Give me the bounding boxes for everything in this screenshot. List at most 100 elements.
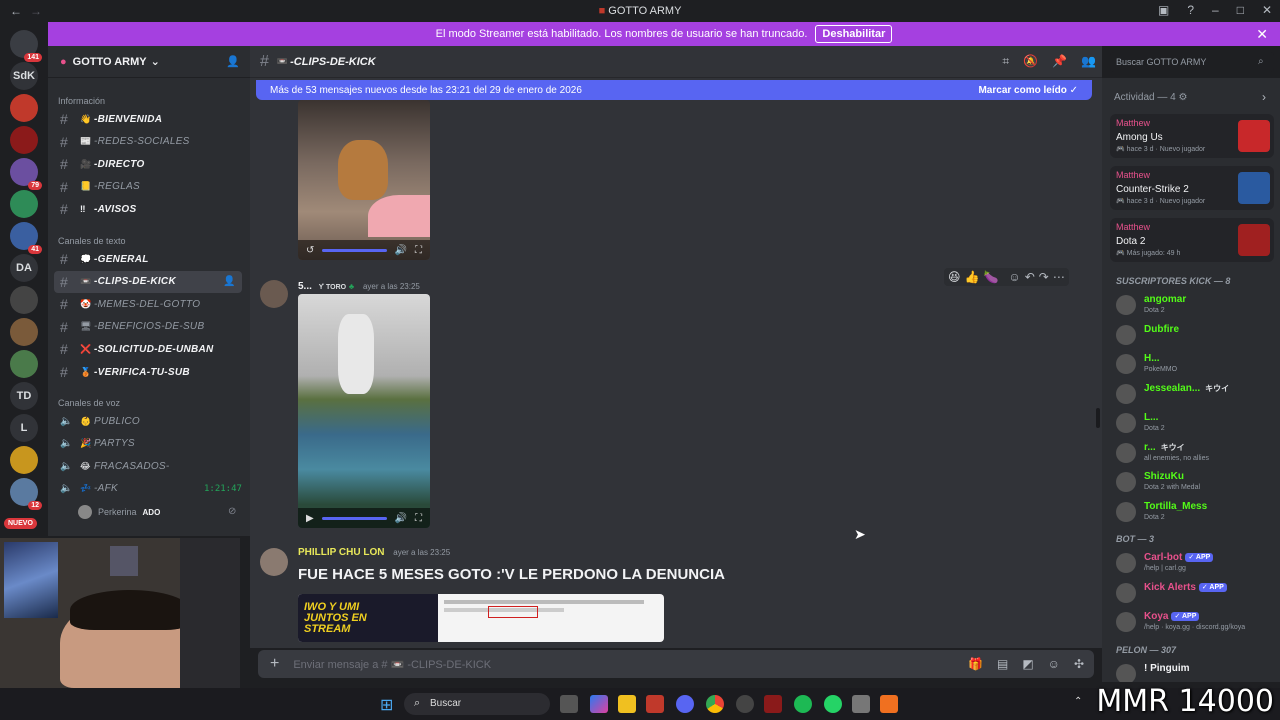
- member-item[interactable]: ShizuKu Dota 2 with Medal: [1112, 469, 1274, 497]
- voice-channel-publico[interactable]: 🔈 👶 PUBLICO: [54, 410, 242, 432]
- volume-icon[interactable]: 🔊: [395, 513, 407, 524]
- server-icon[interactable]: [10, 190, 38, 218]
- chevron-right-icon[interactable]: ›: [1262, 90, 1266, 104]
- activity-card[interactable]: Matthew Dota 2 🎮 Más jugado: 49 h: [1110, 218, 1274, 262]
- reaction-1[interactable]: 👍: [965, 270, 980, 284]
- server-icon[interactable]: DA: [10, 254, 38, 282]
- whatsapp-icon[interactable]: [824, 695, 842, 713]
- server-icon[interactable]: [10, 446, 38, 474]
- member-item[interactable]: Koya ✓ APP/help · koya.gg · discord.gg/ko…: [1112, 609, 1274, 637]
- link-embed-image[interactable]: IWO Y UMI JUNTOS EN STREAM: [298, 594, 664, 642]
- play-icon[interactable]: ▶: [306, 513, 314, 524]
- disable-streamer-button[interactable]: Deshabilitar: [815, 25, 893, 43]
- server-icon[interactable]: [10, 286, 38, 314]
- channel-avisos[interactable]: # ‼ -AVISOS: [54, 198, 242, 220]
- channel-reglas[interactable]: # 📒 -REGLAS: [54, 176, 242, 198]
- member-item[interactable]: Jessealan... キウイ: [1112, 381, 1274, 409]
- copilot-icon[interactable]: [590, 695, 608, 713]
- channel-memes-del-gotto[interactable]: # 🤡 -MEMES-DEL-GOTTO: [54, 293, 242, 315]
- voice-channel-fracasados-[interactable]: 🔈 😂 FRACASADOS-: [54, 455, 242, 477]
- channel-verifica-tu-sub[interactable]: # 🥉 -VERIFICA-TU-SUB: [54, 361, 242, 383]
- channel-directo[interactable]: # 🎥 -DIRECTO: [54, 153, 242, 175]
- message-author[interactable]: 5... ϒ TORO ♣ ayer a las 23:25: [298, 281, 420, 292]
- reply-icon[interactable]: ↶: [1025, 270, 1035, 284]
- new-messages-bar[interactable]: Más de 53 mensajes nuevos desde las 23:2…: [256, 80, 1092, 100]
- gear-icon[interactable]: ⚙: [1178, 92, 1187, 103]
- member-item[interactable]: Kick Alerts ✓ APP: [1112, 580, 1274, 608]
- sticker-icon[interactable]: ◩: [1022, 657, 1033, 671]
- attach-plus-icon[interactable]: +: [270, 655, 279, 673]
- gif-icon[interactable]: ▤: [997, 657, 1008, 671]
- invite-icon[interactable]: 👤: [223, 276, 236, 287]
- reaction-0[interactable]: 😆: [948, 270, 961, 284]
- voice-channel-partys[interactable]: 🔈 🎉 PARTYS: [54, 433, 242, 455]
- server-header[interactable]: ● GOTTO ARMY ⌄ 👤: [48, 46, 250, 78]
- taskbar-search[interactable]: Buscar: [404, 693, 550, 715]
- reaction-2[interactable]: 🍆: [983, 270, 998, 284]
- maximize-icon[interactable]: □: [1237, 3, 1244, 17]
- activity-card[interactable]: Matthew Among Us 🎮 hace 3 d · Nuevo jugado…: [1110, 114, 1274, 158]
- category-voice[interactable]: Canales de voz: [58, 398, 120, 408]
- server-icon[interactable]: [10, 94, 38, 122]
- member-item[interactable]: ! Pinguim: [1112, 661, 1274, 682]
- app-icon[interactable]: [880, 695, 898, 713]
- message-author[interactable]: PHILLIP CHU LON ayer a las 23:25: [298, 547, 450, 558]
- file-explorer-icon[interactable]: [618, 695, 636, 713]
- channel-bienvenida[interactable]: # 👋 -BIENVENIDA: [54, 108, 242, 130]
- gotto-app-icon[interactable]: [646, 695, 664, 713]
- more-icon[interactable]: ⋯: [1053, 270, 1065, 284]
- avatar[interactable]: [260, 548, 288, 576]
- replay-icon[interactable]: ↺: [306, 245, 314, 256]
- channel-general[interactable]: # 💭 -GENERAL: [54, 248, 242, 270]
- discord-icon[interactable]: [676, 695, 694, 713]
- activity-card[interactable]: Matthew Counter-Strike 2 🎮 hace 3 d · Nuev…: [1110, 166, 1274, 210]
- fullscreen-icon[interactable]: ⛶: [415, 245, 422, 256]
- video-embed[interactable]: ↺ 🔊 ⛶: [298, 100, 430, 260]
- server-icon[interactable]: 141: [10, 30, 42, 62]
- server-icon[interactable]: 79: [10, 158, 42, 190]
- spotify-icon[interactable]: [794, 695, 812, 713]
- task-view-icon[interactable]: [560, 695, 578, 713]
- forward-icon[interactable]: ↷: [1039, 270, 1049, 284]
- server-icon[interactable]: SdK: [10, 62, 38, 90]
- volume-icon[interactable]: 🔊: [395, 245, 407, 256]
- category-text[interactable]: Canales de texto: [58, 236, 126, 246]
- chevron-up-icon[interactable]: ⌃: [1074, 696, 1082, 707]
- mark-read-button[interactable]: Marcar como leído ✓: [978, 85, 1078, 96]
- video-progress[interactable]: [321, 516, 387, 520]
- fullscreen-icon[interactable]: ⛶: [415, 513, 422, 524]
- member-list-icon[interactable]: 👥: [1081, 54, 1096, 69]
- video-progress[interactable]: [322, 248, 387, 252]
- server-search-input[interactable]: Buscar GOTTO ARMY: [1110, 52, 1274, 72]
- app-icon[interactable]: [764, 695, 782, 713]
- server-icon[interactable]: [10, 318, 38, 346]
- voice-user[interactable]: Perkerina ADO: [78, 504, 160, 520]
- add-user-icon[interactable]: 👤: [226, 55, 240, 68]
- category-info[interactable]: Información: [58, 96, 105, 106]
- calculator-icon[interactable]: [852, 695, 870, 713]
- notifications-icon[interactable]: 🔕: [1023, 54, 1038, 69]
- message-composer[interactable]: + Enviar mensaje a # 📼 -CLIPS-DE-KICK 🎁 …: [258, 650, 1094, 678]
- help-icon[interactable]: ?: [1187, 3, 1194, 17]
- threads-icon[interactable]: ⌗: [1002, 54, 1009, 69]
- member-item[interactable]: H... PokeMMO: [1112, 351, 1274, 379]
- chat-scrollbar[interactable]: [1096, 408, 1100, 428]
- server-icon[interactable]: [10, 126, 38, 154]
- server-icon[interactable]: 12: [10, 478, 42, 510]
- add-reaction-icon[interactable]: ☺: [1008, 270, 1020, 284]
- video-embed[interactable]: ▶ 🔊 ⛶: [298, 294, 430, 528]
- close-banner-icon[interactable]: ✕: [1256, 26, 1268, 43]
- server-icon[interactable]: 41: [10, 222, 42, 254]
- emoji-icon[interactable]: ☺: [1048, 657, 1060, 671]
- avatar[interactable]: [260, 280, 288, 308]
- server-icon[interactable]: TD: [10, 382, 38, 410]
- new-badge[interactable]: NUEVO: [4, 518, 37, 529]
- member-item[interactable]: Dubfire: [1112, 322, 1274, 350]
- gift-icon[interactable]: 🎁: [968, 657, 983, 671]
- member-item[interactable]: Tortilla_Mess Dota 2: [1112, 499, 1274, 527]
- member-item[interactable]: L... Dota 2: [1112, 410, 1274, 438]
- server-icon[interactable]: L: [10, 414, 38, 442]
- channel-beneficios-de-sub[interactable]: # 🖥 -BENEFICIOS-DE-SUB: [54, 316, 242, 338]
- inbox-icon[interactable]: ▣: [1158, 3, 1169, 17]
- close-window-icon[interactable]: ✕: [1262, 3, 1272, 17]
